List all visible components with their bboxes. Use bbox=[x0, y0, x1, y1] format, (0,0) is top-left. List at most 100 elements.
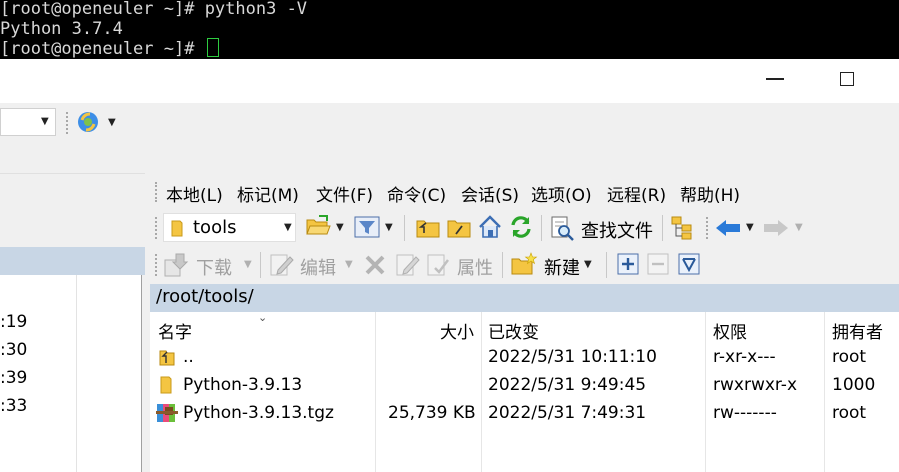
terminal-prompt: [root@openeuler ~]# bbox=[0, 39, 205, 59]
menu-commands[interactable]: 命令(C) bbox=[387, 181, 446, 206]
row-owner: root bbox=[832, 403, 867, 423]
chevron-down-icon: ▼ bbox=[795, 222, 803, 233]
row-owner: 1000 bbox=[832, 375, 876, 395]
window-title-bar bbox=[0, 59, 899, 103]
download-icon bbox=[164, 253, 189, 277]
column-header-changed[interactable]: 已改变 bbox=[488, 318, 539, 343]
edit-icon bbox=[270, 254, 294, 276]
menu-help[interactable]: 帮助(H) bbox=[680, 181, 740, 206]
menu-file[interactable]: 文件(F) bbox=[316, 181, 373, 206]
chevron-down-icon[interactable]: ▼ bbox=[108, 117, 116, 128]
terminal-cursor bbox=[206, 38, 219, 57]
maximize-button[interactable] bbox=[840, 72, 854, 86]
row-rights: r-xr-x--- bbox=[713, 347, 776, 367]
row-owner: root bbox=[832, 347, 867, 367]
home-icon[interactable] bbox=[477, 214, 503, 240]
properties-icon bbox=[427, 254, 449, 276]
folder-icon bbox=[160, 376, 172, 394]
toolbar-separator bbox=[662, 215, 663, 241]
menu-remote[interactable]: 远程(R) bbox=[607, 181, 666, 206]
minimize-button[interactable] bbox=[766, 78, 784, 80]
find-files-icon[interactable] bbox=[549, 215, 575, 241]
toolbar-grip bbox=[66, 112, 71, 134]
toolbar-grip bbox=[155, 217, 160, 239]
column-header-rights[interactable]: 权限 bbox=[713, 318, 747, 343]
unselect-files-icon bbox=[647, 253, 669, 275]
refresh-icon[interactable] bbox=[508, 214, 534, 240]
local-path-bar[interactable] bbox=[0, 247, 145, 275]
toolbar-separator bbox=[541, 215, 542, 241]
terminal-line: [root@openeuler ~]# python3 -V bbox=[0, 0, 308, 19]
toolbar-grip bbox=[155, 254, 160, 276]
remote-path-bar[interactable]: /root/tools/ bbox=[150, 284, 899, 312]
new-button[interactable]: 新建 bbox=[544, 254, 580, 280]
chevron-down-icon[interactable]: ▼ bbox=[41, 116, 49, 127]
menu-options[interactable]: 选项(O) bbox=[531, 181, 592, 206]
list-item-time: :30 bbox=[0, 340, 28, 360]
properties-button: 属性 bbox=[457, 258, 493, 279]
toolbar-grip bbox=[706, 217, 711, 239]
chevron-down-icon[interactable]: ▼ bbox=[385, 222, 393, 233]
column-header-owner[interactable]: 拥有者 bbox=[832, 318, 883, 343]
find-files-button[interactable]: 查找文件 bbox=[581, 217, 653, 243]
row-size: 25,739 KB bbox=[388, 403, 476, 423]
sort-indicator-icon: ⌄ bbox=[258, 311, 268, 324]
toolbar-separator bbox=[502, 252, 503, 278]
row-name[interactable]: Python-3.9.13.tgz bbox=[183, 403, 334, 423]
list-item-time: :39 bbox=[0, 368, 28, 388]
row-rights: rw------- bbox=[713, 403, 777, 423]
terminal-window[interactable]: [root@openeuler ~]# python3 -V Python 3.… bbox=[0, 0, 899, 59]
row-changed: 2022/5/31 7:49:31 bbox=[488, 403, 647, 423]
column-header-name[interactable]: 名字 bbox=[158, 318, 192, 343]
chevron-down-icon[interactable]: ▼ bbox=[336, 222, 344, 233]
chevron-down-icon: ▼ bbox=[244, 259, 252, 270]
toolbar-separator bbox=[404, 215, 405, 241]
remote-directory-name: tools bbox=[193, 217, 237, 238]
rename-icon bbox=[396, 254, 420, 276]
chevron-down-icon: ▼ bbox=[345, 259, 353, 270]
row-rights: rwxrwxr-x bbox=[713, 375, 798, 395]
column-divider bbox=[705, 312, 706, 472]
open-folder-icon[interactable] bbox=[305, 214, 331, 238]
menu-grip bbox=[155, 182, 160, 202]
parent-directory-icon[interactable] bbox=[415, 216, 441, 240]
invert-selection-icon[interactable] bbox=[678, 253, 700, 275]
terminal-prompt-line: [root@openeuler ~]# bbox=[0, 38, 899, 59]
column-divider bbox=[481, 312, 482, 472]
toolbar-separator bbox=[606, 252, 607, 278]
column-divider bbox=[76, 275, 77, 472]
local-file-list[interactable]: :19 :30 :39 :33 bbox=[0, 275, 142, 472]
new-folder-icon[interactable] bbox=[510, 251, 538, 277]
session-combo[interactable]: ▼ bbox=[0, 108, 56, 136]
row-name[interactable]: .. bbox=[183, 347, 194, 367]
left-pane-toolbar bbox=[0, 143, 145, 174]
parent-directory-icon bbox=[159, 350, 175, 366]
tree-view-icon[interactable] bbox=[670, 215, 696, 241]
column-divider bbox=[824, 312, 825, 472]
column-header-size[interactable]: 大小 bbox=[440, 318, 474, 343]
chevron-down-icon[interactable]: ▼ bbox=[584, 259, 592, 270]
chevron-down-icon[interactable]: ▼ bbox=[746, 222, 754, 233]
menu-mark[interactable]: 标记(M) bbox=[237, 181, 299, 206]
delete-icon bbox=[365, 255, 385, 275]
filter-icon[interactable] bbox=[354, 215, 380, 239]
list-item-time: :19 bbox=[0, 312, 28, 332]
row-changed: 2022/5/31 10:11:10 bbox=[488, 347, 657, 367]
row-name[interactable]: Python-3.9.13 bbox=[183, 375, 302, 395]
chevron-down-icon[interactable]: ▼ bbox=[284, 222, 292, 233]
synchronize-icon[interactable] bbox=[74, 108, 102, 136]
list-item-time: :33 bbox=[0, 396, 28, 416]
column-divider bbox=[375, 312, 376, 472]
forward-arrow-icon bbox=[764, 220, 788, 236]
remote-path: /root/tools/ bbox=[156, 286, 254, 307]
edit-button: 编辑 bbox=[300, 258, 336, 279]
archive-icon bbox=[156, 404, 178, 422]
root-directory-icon[interactable] bbox=[446, 216, 472, 240]
select-files-icon[interactable] bbox=[617, 253, 639, 275]
main-toolbar bbox=[0, 103, 899, 143]
back-arrow-icon[interactable] bbox=[714, 218, 742, 238]
menu-session[interactable]: 会话(S) bbox=[461, 181, 519, 206]
folder-icon bbox=[171, 220, 183, 237]
terminal-line: Python 3.7.4 bbox=[0, 19, 123, 39]
menu-local[interactable]: 本地(L) bbox=[166, 181, 223, 206]
